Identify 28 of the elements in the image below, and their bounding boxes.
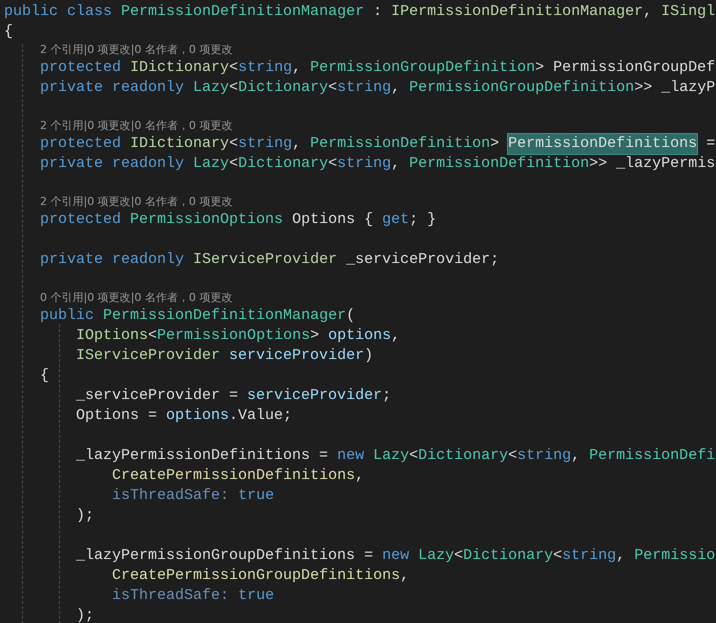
code-line: protected PermissionOptions Options { get; } — [40, 210, 436, 230]
code-lens[interactable]: 2 个引用|0 项更改|0 名作者，0 项更改 — [40, 42, 232, 58]
code-line: CreatePermissionGroupDefinitions, — [112, 566, 410, 586]
code-line: public class PermissionDefinitionManager : IPermissionDefinitionManager, ISingl — [4, 2, 716, 22]
code-line: CreatePermissionDefinitions, — [112, 466, 364, 486]
code-line: _serviceProvider = serviceProvider; — [76, 386, 392, 406]
code-text: protected IDictionary<string, PermissionDefinition> — [40, 134, 500, 154]
code-text: = — [705, 134, 716, 154]
code-line: _lazyPermissionGroupDefinitions = new Lazy<Dictionary<string, Permissio — [76, 546, 716, 566]
code-line: { — [4, 22, 14, 42]
code-line: private readonly IServiceProvider _serviceProvider; — [40, 250, 500, 270]
code-line: protected IDictionary<string, PermissionGroupDefinition> PermissionGroupDef — [40, 58, 716, 78]
code-lens[interactable]: 0 个引用|0 项更改|0 名作者，0 项更改 — [40, 290, 232, 306]
code-line: public PermissionDefinitionManager( — [40, 306, 356, 326]
highlighted-symbol: PermissionDefinitions — [508, 134, 698, 154]
code-line: _lazyPermissionDefinitions = new Lazy<Dictionary<string, PermissionDefi — [76, 446, 716, 466]
code-line: { — [40, 366, 50, 386]
code-line: isThreadSafe: true — [112, 586, 274, 606]
code-line: isThreadSafe: true — [112, 486, 274, 506]
code-lens[interactable]: 2 个引用|0 项更改|0 名作者，0 项更改 — [40, 194, 232, 210]
code-line: IOptions<PermissionOptions> options, — [76, 326, 400, 346]
code-line: IServiceProvider serviceProvider) — [76, 346, 374, 366]
code-line: ); — [76, 506, 94, 526]
code-lens[interactable]: 2 个引用|0 项更改|0 名作者，0 项更改 — [40, 118, 232, 134]
code-line: Options = options.Value; — [76, 406, 292, 426]
code-line: private readonly Lazy<Dictionary<string, PermissionDefinition>> _lazyPermis — [40, 154, 716, 174]
code-line: ); — [76, 606, 94, 623]
code-line: private readonly Lazy<Dictionary<string, PermissionGroupDefinition>> _lazyP — [40, 78, 716, 98]
